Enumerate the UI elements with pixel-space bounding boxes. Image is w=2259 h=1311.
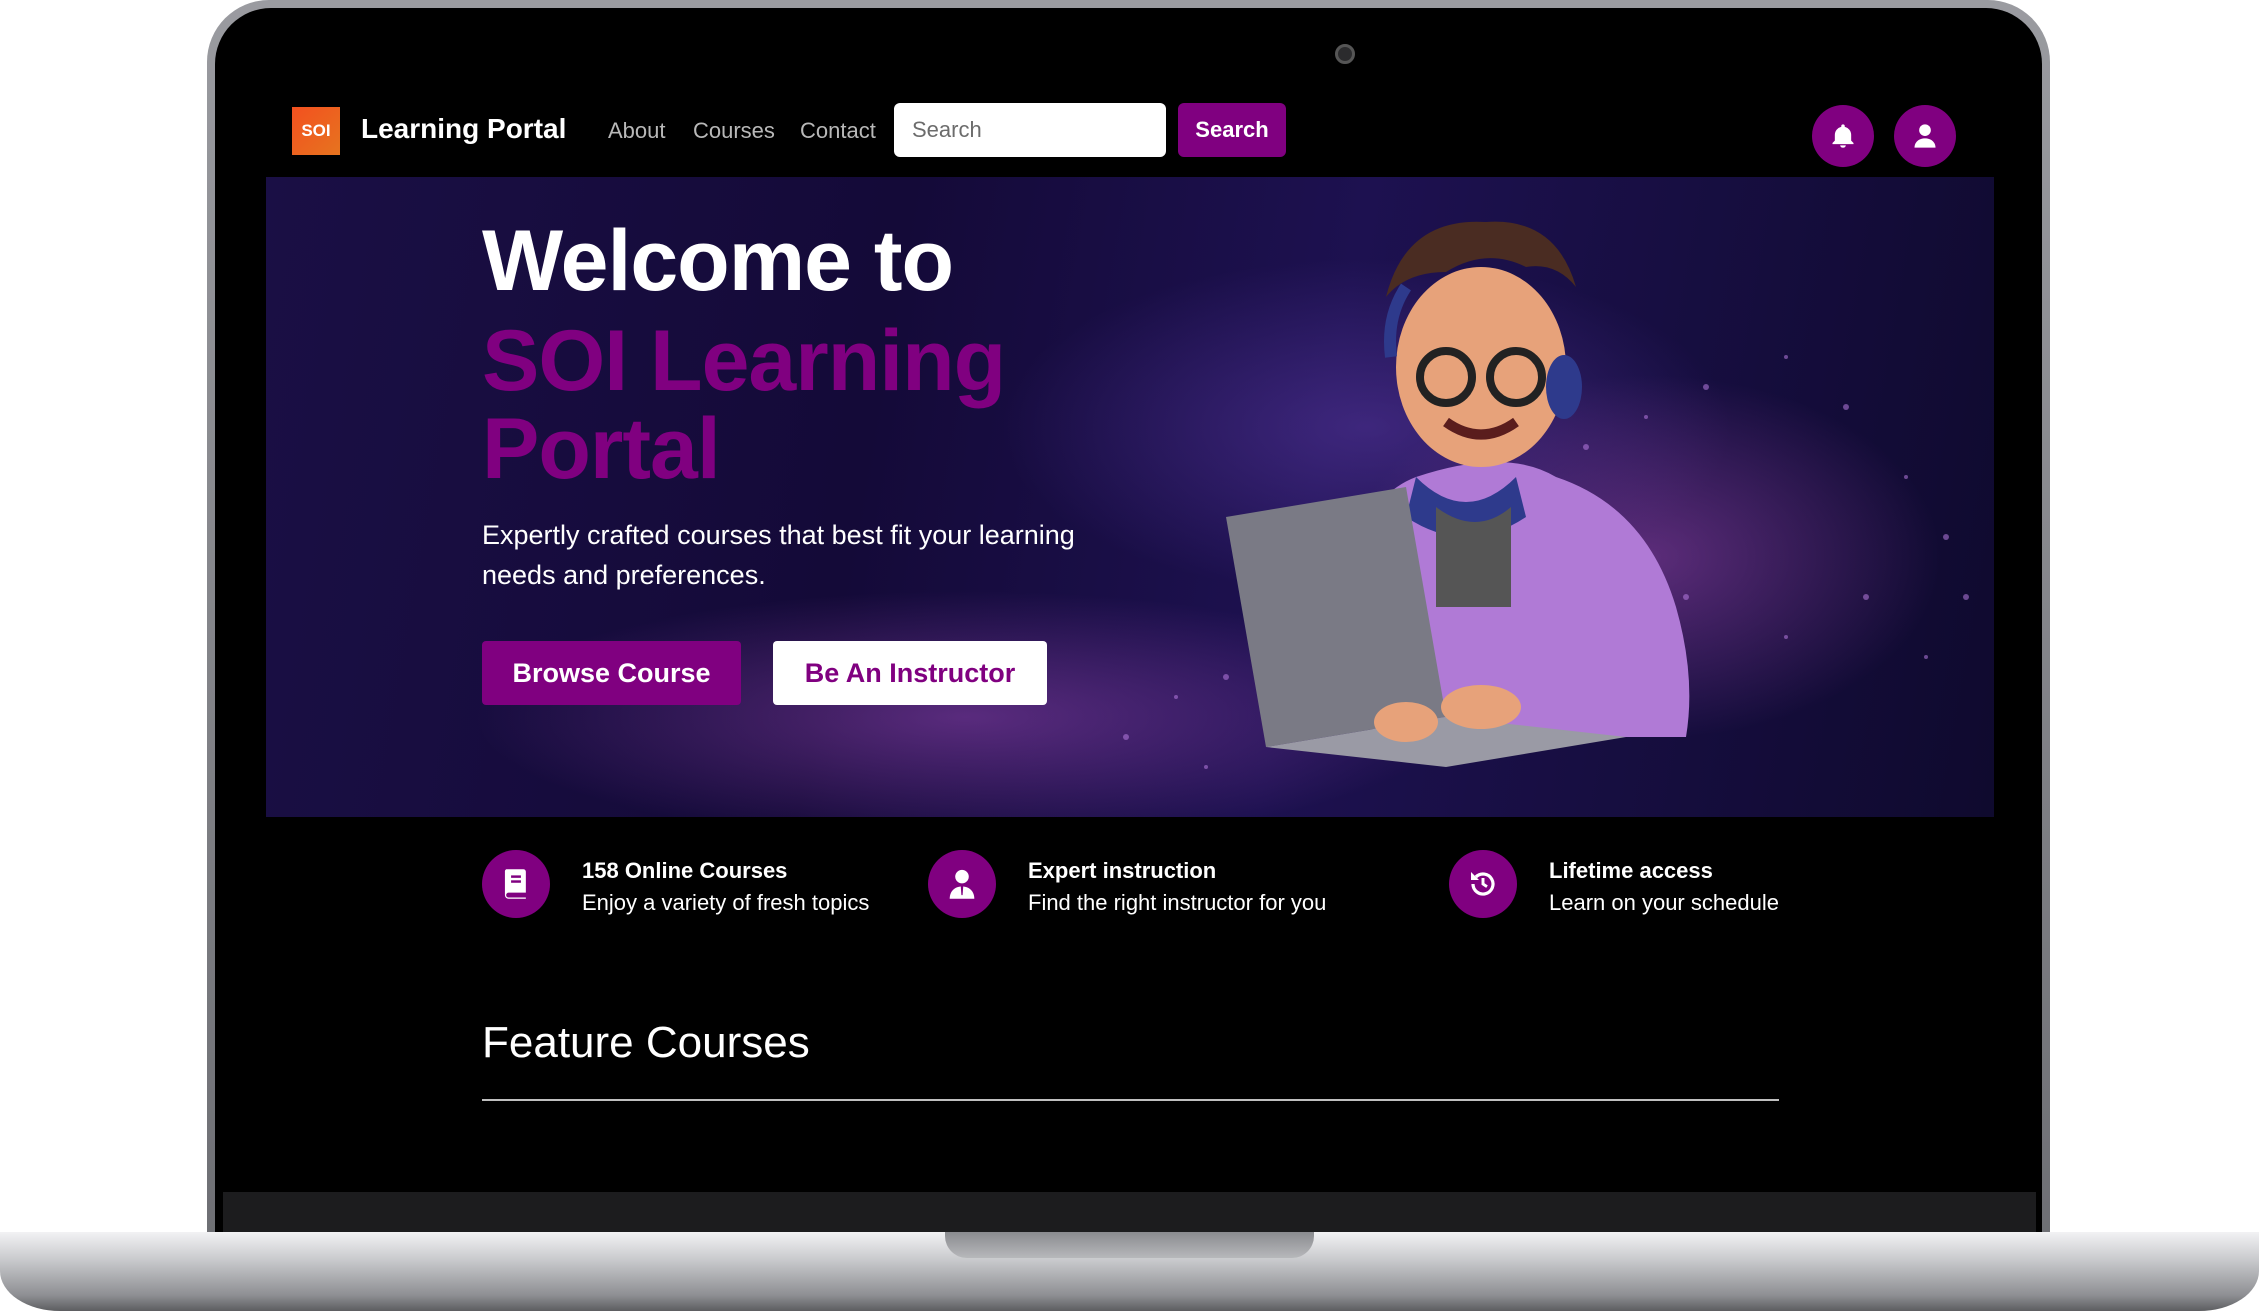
feature-title: Lifetime access — [1549, 858, 1713, 883]
nav-link-about[interactable]: About — [608, 118, 666, 144]
hero-illustration — [1123, 221, 1969, 769]
nav-link-courses[interactable]: Courses — [693, 118, 775, 144]
search-button[interactable]: Search — [1178, 103, 1286, 157]
screen: SOI Learning Portal About Courses Contac… — [223, 85, 2036, 1232]
section-divider — [482, 1099, 1779, 1101]
hero-title-highlight: SOI Learning Portal — [482, 313, 1006, 497]
hero-title: Welcome to — [482, 213, 954, 309]
instructor-icon — [928, 850, 996, 918]
user-icon — [1914, 124, 1936, 148]
feature-lifetime-access: Lifetime access Learn on your schedule — [1449, 850, 1809, 920]
feature-description: Enjoy a variety of fresh topics — [582, 890, 870, 915]
profile-button[interactable] — [1894, 105, 1956, 167]
feature-expert-instruction: Expert instruction Find the right instru… — [928, 850, 1348, 920]
book-icon — [482, 850, 550, 918]
nav-link-contact[interactable]: Contact — [800, 118, 876, 144]
search-input[interactable] — [894, 103, 1166, 157]
hero-banner: Welcome to SOI Learning Portal Expertly … — [266, 177, 1994, 817]
laptop-notch — [945, 1232, 1314, 1258]
logo[interactable]: SOI — [292, 107, 340, 155]
bell-icon — [1832, 124, 1854, 148]
feature-description: Find the right instructor for you — [1028, 890, 1327, 915]
brand-name[interactable]: Learning Portal — [361, 113, 566, 145]
feature-title: Expert instruction — [1028, 858, 1217, 883]
camera-icon — [1335, 44, 1355, 64]
feature-description: Learn on your schedule — [1549, 890, 1779, 915]
feature-online-courses: 158 Online Courses Enjoy a variety of fr… — [482, 850, 882, 920]
footer-strip — [223, 1192, 2036, 1232]
notifications-button[interactable] — [1812, 105, 1874, 167]
browse-course-button[interactable]: Browse Course — [482, 641, 741, 705]
feature-title: 158 Online Courses — [582, 858, 788, 883]
be-instructor-button[interactable]: Be An Instructor — [773, 641, 1047, 705]
section-title: Feature Courses — [482, 1018, 810, 1067]
history-icon — [1449, 850, 1517, 918]
hero-subtitle: Expertly crafted courses that best fit y… — [482, 520, 1075, 590]
navbar: SOI Learning Portal About Courses Contac… — [223, 85, 2036, 177]
